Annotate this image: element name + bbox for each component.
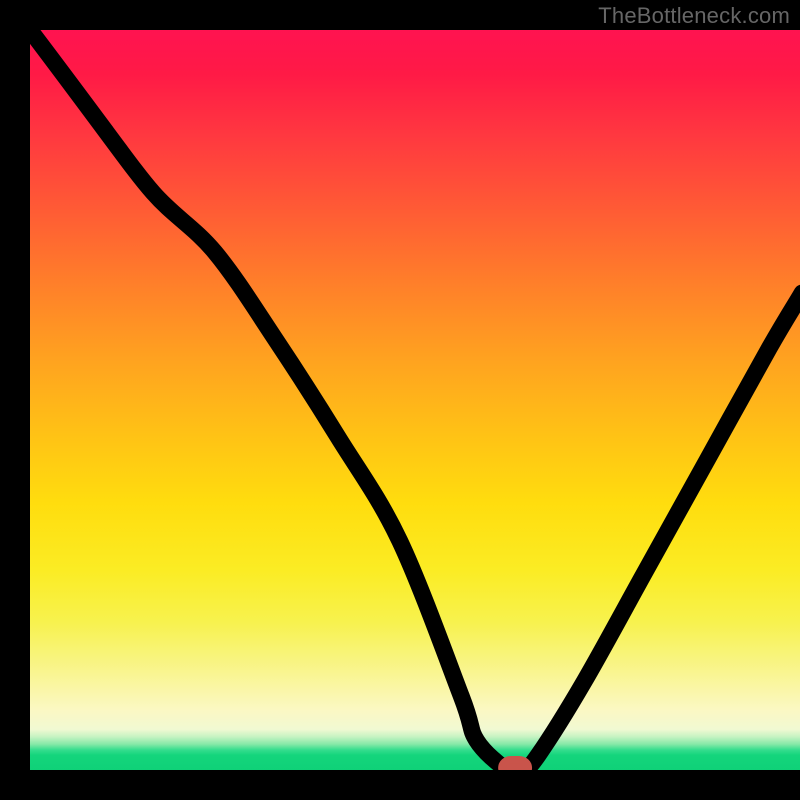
bottleneck-curve	[30, 30, 800, 770]
plot-area	[30, 30, 800, 770]
optimal-marker	[502, 760, 528, 770]
watermark-text: TheBottleneck.com	[598, 3, 790, 29]
chart-frame: TheBottleneck.com	[0, 0, 800, 800]
chart-svg	[30, 30, 800, 770]
